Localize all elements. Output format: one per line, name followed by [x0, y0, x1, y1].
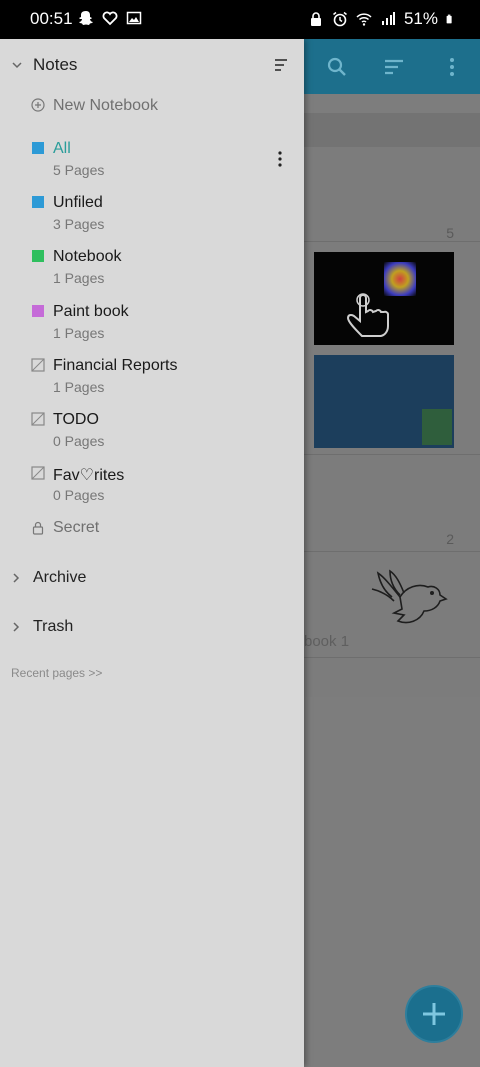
more-vert-icon[interactable] [441, 56, 463, 78]
color-square-icon [32, 142, 44, 154]
notebook-title: Paint book [53, 303, 129, 320]
notebook-page-count: 0 Pages [53, 487, 105, 503]
image-icon [126, 11, 142, 25]
secret-item[interactable]: Secret [53, 519, 99, 537]
snapchat-icon [79, 11, 93, 25]
divider [304, 454, 480, 455]
notebook-title: Financial Reports [53, 357, 178, 374]
add-circle-icon [31, 98, 45, 112]
lock-icon [310, 12, 321, 26]
status-bar: 00:51 51% [0, 0, 480, 39]
page-thumbnail[interactable] [314, 355, 454, 448]
chevron-right-icon[interactable] [10, 572, 22, 584]
notebook-title: TODO [53, 411, 99, 428]
add-note-button[interactable] [405, 985, 463, 1043]
color-square-icon [32, 250, 44, 262]
archive-item[interactable]: Archive [33, 569, 86, 587]
divider [304, 657, 480, 658]
notebook-title: Fav♡rites [53, 467, 125, 484]
notebook-page-count: 1 Pages [53, 379, 105, 395]
notebook-page-count: 0 Pages [53, 433, 105, 449]
app-toolbar [304, 39, 480, 94]
lock-icon [32, 521, 44, 535]
chevron-down-icon[interactable] [11, 59, 23, 71]
recent-pages-link[interactable]: Recent pages >> [11, 666, 102, 680]
battery-percent: 51% [403, 9, 438, 28]
page-thumbnail[interactable] [314, 252, 454, 345]
notebook-title: All [53, 140, 71, 157]
notebook-title: Unfiled [53, 194, 103, 211]
notebook-page-count: 5 Pages [53, 162, 105, 178]
background-strip [304, 113, 480, 147]
notebook-page-count: 3 Pages [53, 216, 105, 232]
color-square-icon [32, 196, 44, 208]
drawer-title[interactable]: Notes [33, 55, 77, 75]
signal-icon [381, 12, 395, 25]
notebook-page-count: 1 Pages [53, 270, 105, 286]
divider [304, 241, 480, 242]
heart-icon [102, 11, 118, 26]
sort-icon[interactable] [383, 56, 405, 78]
battery-icon [446, 14, 452, 24]
empty-color-icon [31, 412, 45, 426]
alarm-icon [333, 11, 347, 27]
sort-icon[interactable] [274, 58, 288, 72]
plus-icon [423, 1003, 445, 1025]
navigation-drawer: Notes New Notebook All 5 Pages Unfiled 3… [0, 39, 304, 1067]
divider [304, 551, 480, 552]
color-square-icon [32, 305, 44, 317]
empty-color-icon [31, 358, 45, 372]
wifi-icon [356, 13, 372, 26]
status-time: 00:51 [30, 9, 73, 28]
bird-sketch-image [371, 569, 448, 624]
new-notebook-button[interactable]: New Notebook [53, 97, 158, 115]
page-count: 2 [446, 531, 454, 547]
trash-item[interactable]: Trash [33, 618, 73, 636]
more-vert-icon[interactable] [277, 151, 283, 167]
notebook-snippet: book 1 [304, 633, 350, 650]
empty-color-icon [31, 466, 45, 480]
chevron-right-icon[interactable] [10, 621, 22, 633]
hand-pointer-icon [346, 293, 389, 337]
notebook-title: Notebook [53, 248, 122, 265]
notebook-page-count: 1 Pages [53, 325, 105, 341]
page-count: 5 [446, 225, 454, 241]
search-icon[interactable] [326, 56, 348, 78]
